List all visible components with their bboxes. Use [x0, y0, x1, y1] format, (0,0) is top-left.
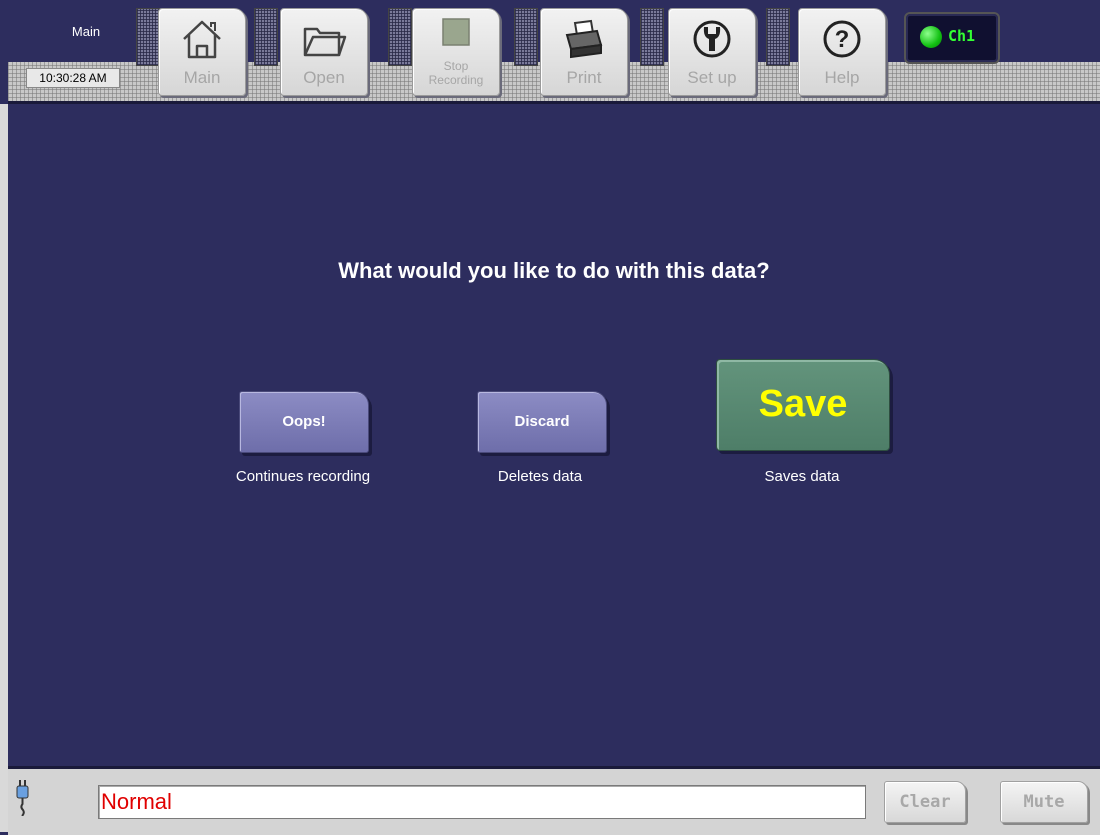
setup-button-label: Set up: [687, 68, 737, 87]
open-button[interactable]: Open: [280, 8, 368, 96]
folder-icon: [303, 27, 347, 57]
discard-caption: Deletes data: [497, 468, 583, 485]
dialog-prompt: What would you like to do with this data…: [338, 258, 770, 283]
discard-button[interactable]: Discard: [477, 391, 607, 453]
print-button[interactable]: Print: [540, 8, 628, 96]
svg-text:?: ?: [835, 26, 850, 53]
main-button-label: Main: [183, 68, 221, 87]
clock-display: 10:30:28 AM: [26, 68, 120, 88]
printer-icon: [565, 19, 603, 59]
mode-label: Main: [71, 24, 101, 39]
top-toolbar: Main 10:30:28 AM Main Open Stop Recordin…: [0, 0, 1100, 104]
help-icon: ?: [823, 20, 861, 58]
print-button-label: Print: [566, 68, 602, 87]
channel-status-led: [920, 26, 942, 48]
stop-icon: [442, 18, 470, 46]
oops-caption: Continues recording: [235, 468, 371, 485]
main-button[interactable]: Main: [158, 8, 246, 96]
help-button-label: Help: [824, 68, 860, 87]
stop-recording-button[interactable]: Stop Recording: [412, 8, 500, 96]
open-button-label: Open: [303, 68, 345, 87]
setup-button[interactable]: Set up: [668, 8, 756, 96]
toolbar-grate: [136, 8, 160, 66]
toolbar-grate: [640, 8, 664, 66]
toolbar-grate: [514, 8, 538, 66]
power-plug-icon: [16, 780, 29, 816]
save-button[interactable]: Save: [716, 359, 890, 451]
clear-button[interactable]: Clear: [884, 781, 966, 823]
channel-indicator[interactable]: Ch1: [904, 12, 1000, 64]
oops-button[interactable]: Oops!: [239, 391, 369, 453]
toolbar-grate: [388, 8, 412, 66]
left-edge: [0, 0, 8, 832]
help-button[interactable]: ? Help: [798, 8, 886, 96]
stop-recording-button-label: Stop Recording: [428, 59, 484, 87]
status-message-field: Normal: [98, 785, 866, 819]
home-icon: [183, 20, 221, 59]
channel-label: Ch1: [948, 27, 976, 45]
wrench-icon: [693, 20, 731, 58]
mute-button[interactable]: Mute: [1000, 781, 1088, 823]
toolbar-divider: [8, 101, 1100, 104]
toolbar-grate: [766, 8, 790, 66]
save-caption: Saves data: [764, 468, 840, 485]
toolbar-grate: [254, 8, 278, 66]
